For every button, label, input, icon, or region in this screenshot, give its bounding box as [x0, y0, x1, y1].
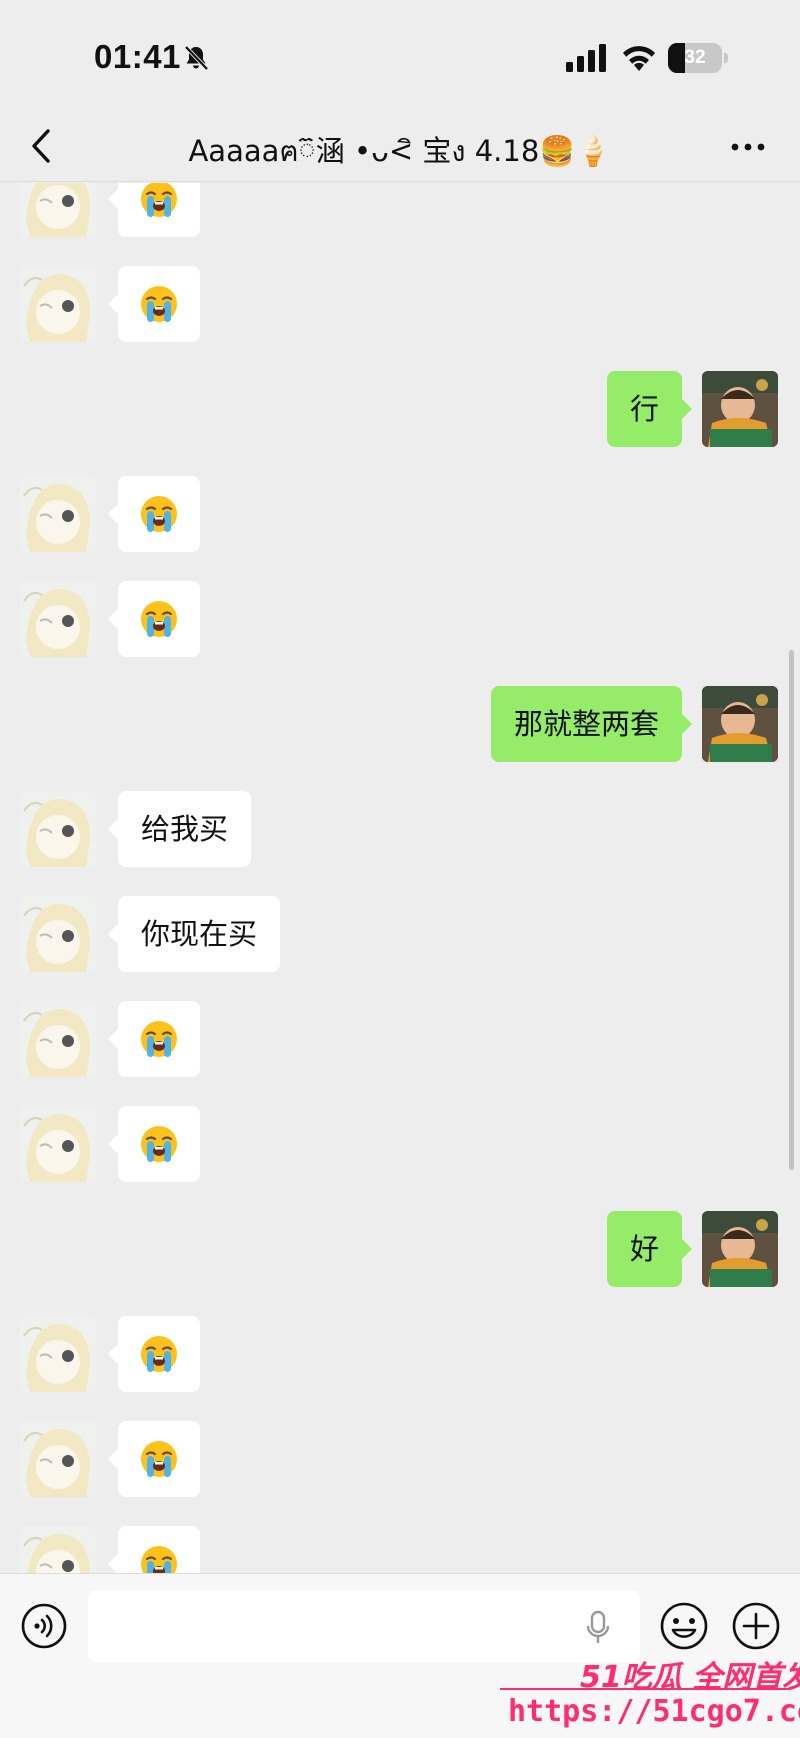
message-bubble[interactable]: 你现在买	[107, 896, 281, 972]
loudly-crying-face-icon	[141, 1021, 177, 1057]
microphone-icon[interactable]	[585, 1610, 611, 1646]
message-bubble[interactable]: 好	[606, 1211, 693, 1287]
received-message	[0, 266, 800, 342]
message-bubble[interactable]: 给我买	[107, 791, 252, 867]
message-bubble[interactable]	[108, 1001, 200, 1077]
message-bubble[interactable]	[108, 1526, 200, 1573]
message-bubble[interactable]	[108, 581, 200, 657]
received-message: 你现在买	[0, 896, 800, 972]
contact-avatar[interactable]	[20, 1316, 96, 1392]
battery-percentage: 32	[684, 47, 706, 68]
my-avatar[interactable]	[702, 686, 778, 762]
my-avatar[interactable]	[702, 1211, 778, 1287]
my-avatar[interactable]	[702, 371, 778, 447]
received-message	[0, 1106, 800, 1182]
contact-avatar[interactable]	[20, 896, 96, 972]
received-message	[0, 1316, 800, 1392]
message-text: 那就整两套	[513, 707, 659, 741]
message-bubble[interactable]	[108, 183, 200, 237]
loudly-crying-face-icon	[141, 1546, 177, 1573]
loudly-crying-face-icon	[141, 1441, 177, 1477]
bell-slash-icon	[184, 45, 209, 71]
cellular-signal-icon	[566, 44, 606, 72]
message-bubble[interactable]: 行	[606, 371, 693, 447]
battery-icon: 32	[668, 43, 728, 73]
contact-avatar[interactable]	[20, 1001, 96, 1077]
loudly-crying-face-icon	[141, 183, 177, 217]
voice-icon[interactable]	[20, 1602, 68, 1650]
contact-avatar[interactable]	[20, 1526, 96, 1573]
sent-message: 行	[0, 371, 800, 447]
plus-icon[interactable]	[730, 1600, 782, 1652]
loudly-crying-face-icon	[141, 286, 177, 322]
contact-avatar[interactable]	[20, 266, 96, 342]
message-bubble[interactable]	[108, 1316, 200, 1392]
message-bubble[interactable]: 那就整两套	[490, 686, 693, 762]
received-message	[0, 581, 800, 657]
loudly-crying-face-icon	[141, 1336, 177, 1372]
contact-avatar[interactable]	[20, 476, 96, 552]
received-message	[0, 183, 800, 237]
received-message	[0, 1001, 800, 1077]
message-bubble[interactable]	[108, 476, 200, 552]
ellipsis-icon[interactable]	[728, 132, 768, 162]
status-bar: 01:41 32	[0, 0, 800, 112]
contact-avatar[interactable]	[20, 581, 96, 657]
message-bubble[interactable]	[108, 1106, 200, 1182]
contact-avatar[interactable]	[20, 791, 96, 867]
smiley-icon[interactable]	[658, 1600, 710, 1652]
message-text: 行	[629, 392, 659, 426]
message-bubble[interactable]	[108, 1421, 200, 1497]
chat-header: Aaaaaฅ៊涵 •ᴗ<ิ 宝ง 4.18🍔🍦	[0, 112, 800, 182]
sent-message: 那就整两套	[0, 686, 800, 762]
loudly-crying-face-icon	[141, 496, 177, 532]
loudly-crying-face-icon	[141, 601, 177, 637]
received-message: 给我买	[0, 791, 800, 867]
received-message	[0, 1526, 800, 1573]
received-message	[0, 476, 800, 552]
watermark-divider	[500, 1688, 790, 1690]
message-bubble[interactable]	[108, 266, 200, 342]
received-message	[0, 1421, 800, 1497]
contact-avatar[interactable]	[20, 1421, 96, 1497]
chevron-left-icon[interactable]	[26, 126, 56, 166]
message-text: 你现在买	[141, 917, 258, 951]
message-input[interactable]	[88, 1590, 640, 1662]
contact-avatar[interactable]	[20, 1106, 96, 1182]
message-list[interactable]: 行那就整两套给我买你现在买好	[0, 183, 800, 1573]
sent-message: 好	[0, 1211, 800, 1287]
status-time: 01:41	[94, 38, 181, 75]
message-text: 好	[629, 1232, 659, 1266]
loudly-crying-face-icon	[141, 1126, 177, 1162]
contact-avatar[interactable]	[20, 183, 96, 237]
watermark-url: https://51cgo7.com	[508, 1694, 800, 1729]
message-text: 给我买	[141, 812, 229, 846]
scrollbar-thumb[interactable]	[789, 650, 794, 1170]
chat-title: Aaaaaฅ៊涵 •ᴗ<ิ 宝ง 4.18🍔🍦	[188, 134, 612, 168]
wifi-icon	[623, 46, 655, 71]
